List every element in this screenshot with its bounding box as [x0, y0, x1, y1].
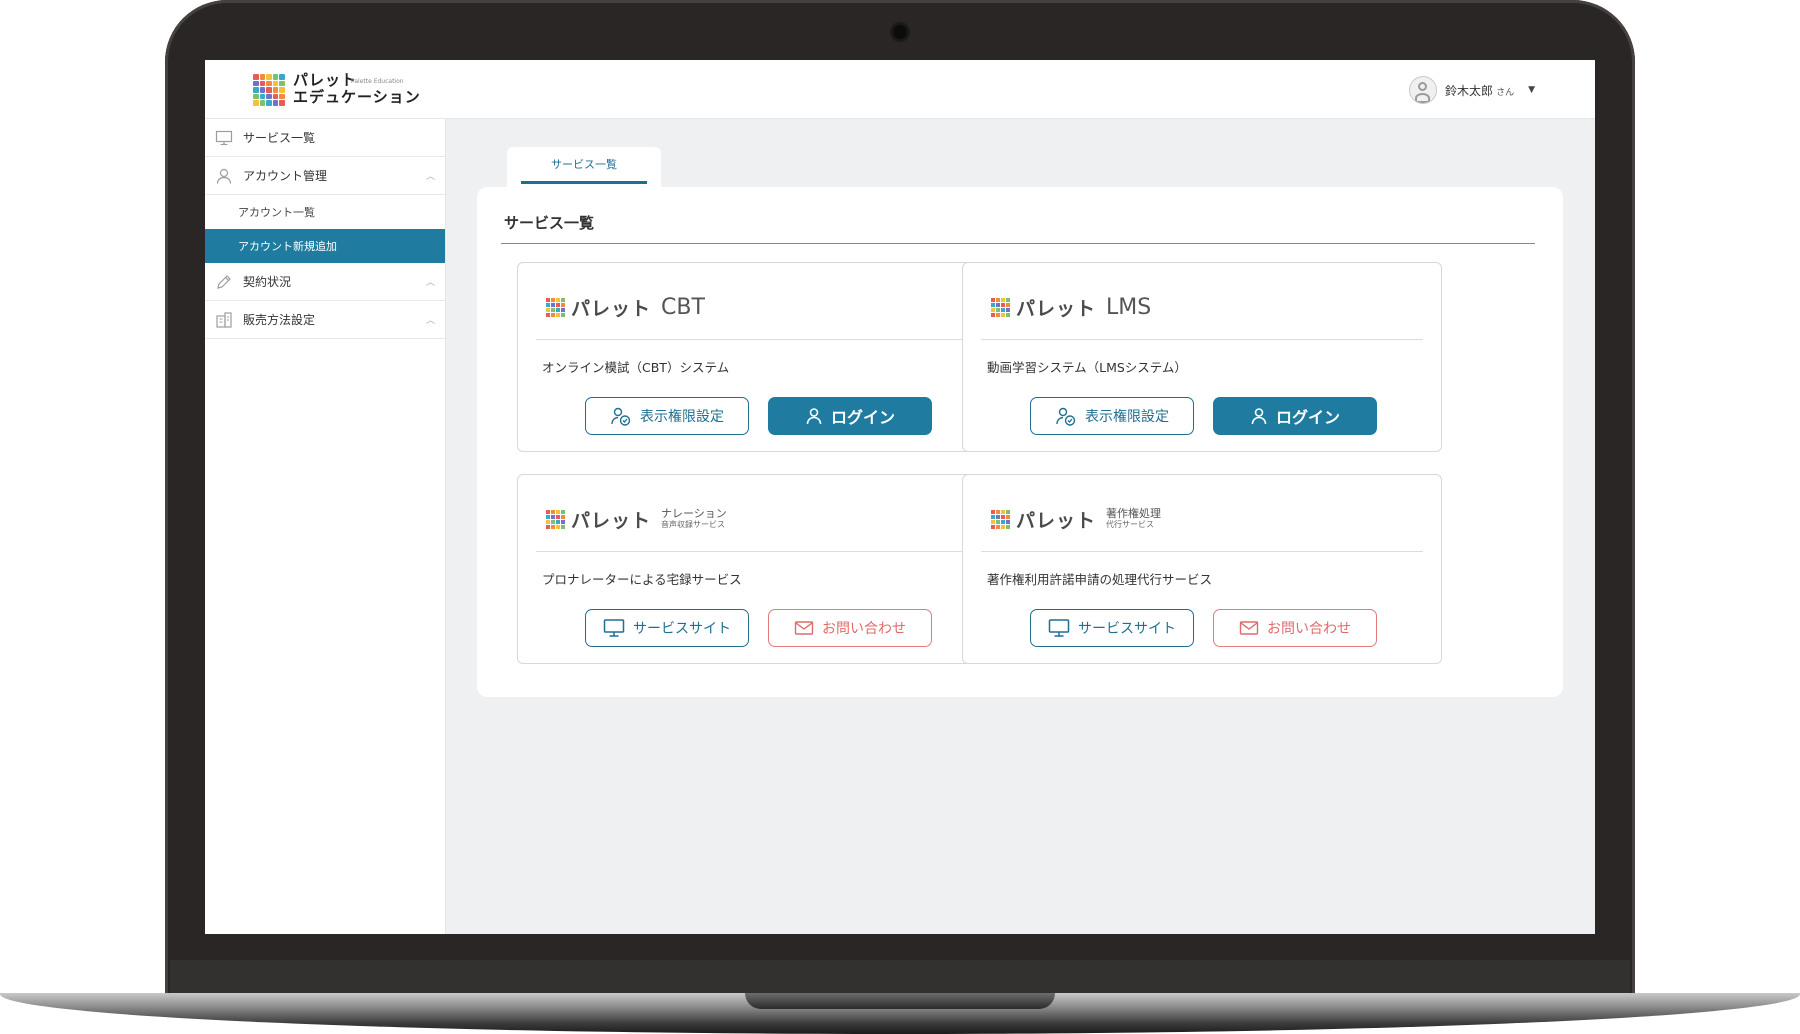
brand-name: パレット [571, 297, 652, 320]
product-name: LMS [1106, 294, 1152, 320]
user-menu[interactable]: 鈴木太郎 さん ▼ [1409, 75, 1535, 105]
sidebar-item-label: 販売方法設定 [243, 313, 316, 327]
service-logo: パレット LMS [991, 289, 1151, 325]
product-name: 著作権処理 代行サービス [1106, 507, 1162, 529]
mail-icon [794, 621, 814, 635]
sidebar-item-label: サービス一覧 [243, 131, 316, 145]
chevron-up-icon[interactable]: ︿ [426, 275, 435, 288]
sidebar: サービス一覧 アカウント管理 ︿ アカウント一覧 アカウント新規追加 契約状況 … [205, 119, 446, 934]
laptop-bezel-chin [170, 960, 1630, 994]
pencil-icon [217, 275, 231, 289]
mail-icon [1239, 621, 1259, 635]
caret-down-icon[interactable]: ▼ [1528, 85, 1535, 95]
sidebar-item-label: アカウント管理 [243, 169, 328, 183]
divider [981, 551, 1423, 552]
user-name: 鈴木太郎 さん [1445, 83, 1515, 98]
monitor-icon [603, 619, 625, 637]
service-site-button[interactable]: サービスサイト [585, 609, 749, 647]
palette-mark-icon [546, 509, 565, 529]
sidebar-item-contract-status[interactable]: 契約状況 ︿ [205, 263, 445, 301]
button-label: ログイン [1275, 408, 1340, 427]
divider [536, 339, 978, 340]
building-icon [216, 312, 232, 328]
service-card-lms: パレット LMS 動画学習システム（LMSシステム） 表示権限設定 ログイン [962, 262, 1442, 452]
laptop-hinge-notch [745, 993, 1055, 1009]
button-label: お問い合わせ [822, 621, 906, 637]
service-description: オンライン模試（CBT）システム [542, 360, 730, 375]
palette-mark-icon [991, 509, 1010, 529]
sidebar-item-sales-settings[interactable]: 販売方法設定 ︿ [205, 301, 445, 339]
service-card-copyright: パレット 著作権処理 代行サービス 著作権利用許諾申請の処理代行サービス サービ… [962, 474, 1442, 664]
contact-button[interactable]: お問い合わせ [1213, 609, 1377, 647]
logo-mark-icon [253, 74, 285, 106]
service-card-narration: パレット ナレーション 音声収録サービス プロナレーターによる宅録サービス サー… [517, 474, 997, 664]
camera-icon [893, 25, 907, 39]
service-description: 著作権利用許諾申請の処理代行サービス [987, 572, 1213, 587]
button-label: 表示権限設定 [640, 409, 724, 425]
user-icon [1251, 408, 1267, 425]
service-logo: パレット CBT [546, 289, 705, 325]
sidebar-subitem-label: アカウント新規追加 [238, 240, 337, 253]
service-description: プロナレーターによる宅録サービス [542, 572, 742, 587]
brand-name: パレット [1016, 509, 1097, 532]
service-card-cbt: パレット CBT オンライン模試（CBT）システム 表示権限設定 ログイン [517, 262, 997, 452]
service-site-button[interactable]: サービスサイト [1030, 609, 1194, 647]
user-settings-icon [611, 407, 631, 426]
chevron-up-icon[interactable]: ︿ [426, 169, 435, 182]
service-logo: パレット ナレーション 音声収録サービス [546, 501, 727, 537]
sidebar-subitem-label: アカウント一覧 [238, 206, 315, 219]
monitor-icon [1048, 619, 1070, 637]
tab-label: サービス一覧 [521, 147, 647, 184]
logo-subtitle: Palette Education [351, 78, 404, 85]
service-logo: パレット 著作権処理 代行サービス [991, 501, 1161, 537]
sidebar-item-account-management[interactable]: アカウント管理 ︿ [205, 157, 445, 195]
user-settings-icon [1056, 407, 1076, 426]
user-icon [806, 408, 822, 425]
monitor-icon [215, 130, 233, 146]
sidebar-item-services[interactable]: サービス一覧 [205, 119, 445, 157]
brand-name: パレット [1016, 297, 1097, 320]
services-panel: サービス一覧 パレット CBT オンライン模試（CBT）システム 表示権限設定 [477, 187, 1563, 697]
palette-mark-icon [546, 297, 565, 317]
avatar-icon [1409, 76, 1438, 104]
sidebar-item-label: 契約状況 [243, 275, 292, 289]
button-label: サービスサイト [633, 621, 731, 637]
sidebar-subitem-account-new[interactable]: アカウント新規追加 [205, 229, 445, 263]
display-permission-button[interactable]: 表示権限設定 [1030, 397, 1194, 435]
divider [501, 243, 1535, 244]
product-name: ナレーション 音声収録サービス [661, 507, 727, 529]
login-button[interactable]: ログイン [768, 397, 932, 435]
button-label: サービスサイト [1078, 621, 1176, 637]
app-screen: パレット エデュケーション Palette Education 鈴木太郎 さん ▼… [205, 60, 1595, 934]
login-button[interactable]: ログイン [1213, 397, 1377, 435]
display-permission-button[interactable]: 表示権限設定 [585, 397, 749, 435]
product-name: CBT [661, 294, 705, 320]
service-description: 動画学習システム（LMSシステム） [987, 360, 1187, 375]
palette-mark-icon [991, 297, 1010, 317]
divider [981, 339, 1423, 340]
divider [536, 551, 978, 552]
sidebar-subitem-account-list[interactable]: アカウント一覧 [205, 195, 445, 229]
chevron-up-icon[interactable]: ︿ [426, 313, 435, 326]
page-title: サービス一覧 [504, 214, 595, 232]
button-label: ログイン [830, 408, 895, 427]
contact-button[interactable]: お問い合わせ [768, 609, 932, 647]
button-label: 表示権限設定 [1085, 409, 1169, 425]
top-bar: パレット エデュケーション Palette Education 鈴木太郎 さん ▼ [205, 60, 1595, 119]
brand-name: パレット [571, 509, 652, 532]
button-label: お問い合わせ [1267, 621, 1351, 637]
tab-services[interactable]: サービス一覧 [507, 147, 661, 187]
user-icon [216, 168, 232, 184]
